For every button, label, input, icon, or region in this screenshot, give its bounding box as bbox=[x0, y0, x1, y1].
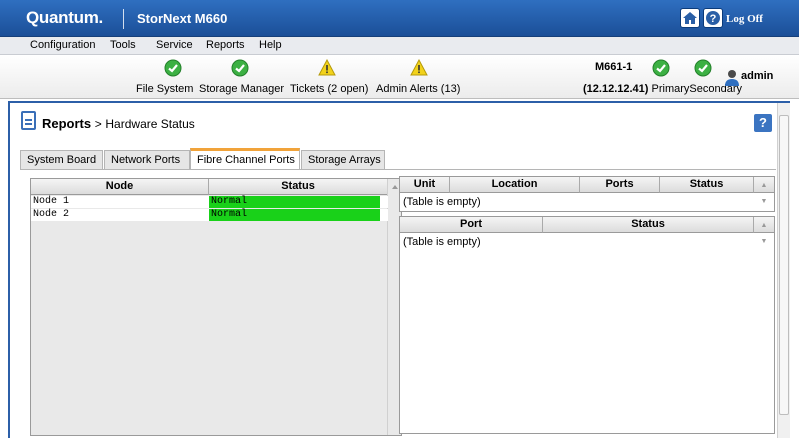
help-icon: ? bbox=[706, 11, 720, 25]
port-table-sort-corner[interactable]: ▲ ▼ bbox=[754, 217, 774, 245]
page-help-button[interactable]: ? bbox=[754, 114, 772, 132]
column-header-location[interactable]: Location bbox=[450, 177, 580, 193]
sort-arrows-icon: ▲ ▼ bbox=[760, 182, 768, 205]
primary-label: Primary bbox=[651, 83, 690, 95]
tab-storage-arrays[interactable]: Storage Arrays bbox=[301, 150, 385, 169]
page-scrollbar[interactable] bbox=[777, 103, 790, 438]
home-button[interactable] bbox=[680, 8, 700, 28]
app-header: Quantum. StorNext M660 ? Log Off bbox=[0, 0, 799, 37]
brand-divider bbox=[123, 9, 124, 29]
column-header-unit-status[interactable]: Status bbox=[660, 177, 754, 193]
menu-help[interactable]: Help bbox=[259, 39, 282, 51]
help-button-header[interactable]: ? bbox=[703, 8, 723, 28]
admin-alerts-warning-icon[interactable] bbox=[410, 59, 428, 76]
product-name: StorNext M660 bbox=[137, 11, 228, 26]
menu-bar: Configuration Tools Service Reports Help bbox=[0, 37, 799, 55]
table-row[interactable]: Node 2 Normal bbox=[31, 209, 388, 221]
node-cell: Node 1 bbox=[33, 196, 70, 207]
column-header-unit[interactable]: Unit bbox=[400, 177, 450, 193]
menu-tools[interactable]: Tools bbox=[110, 39, 136, 51]
primary-ok-icon[interactable] bbox=[652, 59, 670, 77]
page-title: Hardware Status bbox=[105, 117, 195, 131]
file-system-status[interactable]: File System bbox=[136, 83, 193, 95]
table-row[interactable]: Node 1 Normal bbox=[31, 196, 388, 208]
secondary-ok-icon[interactable] bbox=[694, 59, 712, 77]
menu-configuration[interactable]: Configuration bbox=[30, 39, 95, 51]
node-status-table: Node Status Node 1 Normal Node 2 Normal bbox=[30, 178, 402, 436]
menu-service[interactable]: Service bbox=[156, 39, 193, 51]
column-header-port-status[interactable]: Status bbox=[543, 217, 754, 233]
breadcrumb: Reports > Hardware Status bbox=[42, 116, 195, 131]
breadcrumb-section[interactable]: Reports bbox=[42, 116, 91, 131]
unit-table-empty: (Table is empty) bbox=[403, 196, 481, 208]
user-name[interactable]: admin bbox=[741, 70, 773, 82]
port-table-empty: (Table is empty) bbox=[403, 236, 481, 248]
tickets-warning-icon[interactable] bbox=[318, 59, 336, 76]
column-header-node[interactable]: Node bbox=[31, 179, 209, 195]
status-bar: File System Storage Manager Tickets (2 o… bbox=[0, 55, 799, 99]
column-header-ports[interactable]: Ports bbox=[580, 177, 660, 193]
node-name: M661-1 bbox=[595, 61, 633, 73]
node-cell: Node 2 bbox=[33, 209, 70, 220]
status-cell: Normal bbox=[209, 209, 380, 221]
tab-system-board[interactable]: System Board bbox=[20, 150, 103, 169]
column-header-port[interactable]: Port bbox=[400, 217, 543, 233]
storage-manager-status[interactable]: Storage Manager bbox=[199, 83, 284, 95]
unit-table: Unit Location Ports Status ▲ ▼ (Table is … bbox=[399, 176, 775, 212]
port-table: Port Status ▲ ▼ (Table is empty) bbox=[399, 216, 775, 434]
logoff-link[interactable]: Log Off bbox=[726, 13, 763, 25]
tab-network-ports[interactable]: Network Ports bbox=[104, 150, 190, 169]
tab-fibre-channel-ports[interactable]: Fibre Channel Ports bbox=[190, 148, 300, 170]
svg-text:?: ? bbox=[710, 13, 717, 25]
node-ip: (12.12.12.41) bbox=[583, 83, 649, 95]
tickets-status[interactable]: Tickets (2 open) bbox=[290, 83, 368, 95]
storage-manager-ok-icon[interactable] bbox=[231, 59, 249, 77]
page-scrollbar-thumb[interactable] bbox=[779, 115, 789, 415]
main-panel: Reports > Hardware Status ? System Board… bbox=[8, 101, 790, 438]
user-icon bbox=[725, 70, 739, 86]
status-cell: Normal bbox=[209, 196, 380, 208]
reports-icon bbox=[21, 111, 36, 130]
unit-table-sort-corner[interactable]: ▲ ▼ bbox=[754, 177, 774, 205]
admin-alerts-status[interactable]: Admin Alerts (13) bbox=[376, 83, 460, 95]
node-info: (12.12.12.41) PrimarySecondary bbox=[583, 83, 742, 95]
sort-arrows-icon: ▲ ▼ bbox=[760, 222, 768, 245]
menu-reports[interactable]: Reports bbox=[206, 39, 245, 51]
tab-underline bbox=[20, 169, 776, 170]
home-icon bbox=[683, 12, 697, 24]
brand-logo: Quantum. bbox=[26, 8, 103, 27]
column-header-status[interactable]: Status bbox=[209, 179, 388, 195]
file-system-ok-icon[interactable] bbox=[164, 59, 182, 77]
breadcrumb-separator: > bbox=[94, 117, 102, 131]
